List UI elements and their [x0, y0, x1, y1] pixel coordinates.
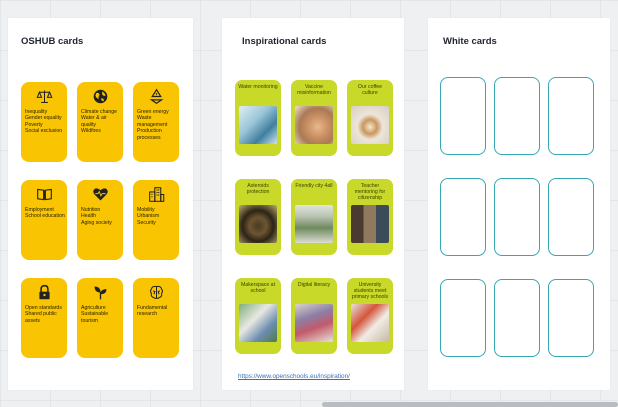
- inspirational-cards-title: Inspirational cards: [242, 36, 327, 47]
- heart-pulse-icon: [92, 188, 108, 201]
- blank-card[interactable]: [494, 77, 540, 155]
- blank-card[interactable]: [548, 178, 594, 256]
- classroom-photo: [351, 304, 389, 342]
- book-icon: [36, 188, 52, 201]
- inspirational-card[interactable]: Asteroids protection: [235, 179, 281, 255]
- inspirational-card[interactable]: Water monitoring: [235, 80, 281, 156]
- card-label: Digital literacy: [297, 282, 331, 288]
- card-item: Waste management: [137, 115, 168, 128]
- oshub-card-research[interactable]: Fundamental research: [133, 278, 179, 358]
- card-item: Gender equality: [25, 115, 62, 122]
- oshub-card-inequality[interactable]: Inequality Gender equality Poverty Socia…: [21, 82, 67, 162]
- blank-card[interactable]: [440, 279, 486, 357]
- padlock-icon: [38, 284, 50, 300]
- card-item: Fundamental research: [137, 305, 168, 318]
- inspirational-card[interactable]: Teacher mentoring for citizenship: [347, 179, 393, 255]
- card-label: Friendly city 4all: [295, 183, 333, 189]
- inspirational-cards-grid: Water monitoring Vaccine misinformation …: [235, 80, 393, 354]
- card-item: Social exclusion: [25, 128, 63, 135]
- oshub-card-open-standards[interactable]: Open standards Shared public assets: [21, 278, 67, 358]
- oshub-card-agriculture[interactable]: Agriculture Sustainable tourism: [77, 278, 123, 358]
- blank-card[interactable]: [494, 178, 540, 256]
- brain-icon: [149, 285, 163, 299]
- inspirational-cards-panel: Inspirational cards Water monitoring Vac…: [222, 18, 404, 390]
- card-item: Wildfires: [81, 128, 101, 135]
- vaccine-photo: [295, 106, 333, 144]
- oshub-card-employment[interactable]: Employment School education: [21, 180, 67, 260]
- oshub-card-climate[interactable]: Climate change Water & air quality Wildf…: [77, 82, 123, 162]
- blank-card[interactable]: [548, 279, 594, 357]
- inspirational-card[interactable]: Our coffee culture: [347, 80, 393, 156]
- inspirational-card[interactable]: Digital literacy: [291, 278, 337, 354]
- makerspace-photo: [239, 304, 277, 342]
- inspirational-card[interactable]: Vaccine misinformation: [291, 80, 337, 156]
- blank-card[interactable]: [548, 77, 594, 155]
- card-item: Security: [137, 219, 156, 226]
- oshub-cards-grid: Inequality Gender equality Poverty Socia…: [21, 82, 179, 358]
- inspiration-link[interactable]: https://www.openschools.eu/inspiration/: [238, 373, 350, 380]
- card-item: Sustainable tourism: [81, 311, 109, 324]
- card-label: Asteroids protection: [246, 183, 270, 196]
- card-label: Our coffee culture: [357, 84, 383, 97]
- blank-card[interactable]: [440, 77, 486, 155]
- card-label: Water monitoring: [238, 84, 278, 90]
- asteroid-photo: [239, 205, 277, 243]
- white-cards-title: White cards: [443, 36, 497, 47]
- water-photo: [239, 106, 277, 144]
- card-item: Production processes: [137, 128, 162, 141]
- card-item: Aging society: [81, 219, 112, 226]
- coffee-photo: [351, 106, 389, 144]
- card-item: School education: [25, 213, 65, 220]
- card-item: Water & air quality: [81, 115, 107, 128]
- inspirational-card[interactable]: Friendly city 4all: [291, 179, 337, 255]
- card-label: Teacher mentoring for citizenship: [354, 183, 386, 202]
- inspirational-card[interactable]: University students meet primary schools: [347, 278, 393, 354]
- inspirational-card[interactable]: Makerspace at school: [235, 278, 281, 354]
- white-cards-grid: [440, 77, 594, 357]
- globe-icon: [93, 89, 107, 104]
- city-photo: [295, 205, 333, 243]
- horizontal-scrollbar[interactable]: [322, 402, 618, 407]
- tablet-photo: [295, 304, 333, 342]
- oshub-card-energy[interactable]: Green energy Waste management Production…: [133, 82, 179, 162]
- card-label: Vaccine misinformation: [297, 84, 331, 97]
- card-label: Makerspace at school: [240, 282, 276, 295]
- blank-card[interactable]: [494, 279, 540, 357]
- oshub-card-mobility[interactable]: Mobility Urbanism Security: [133, 180, 179, 260]
- scales-icon: [36, 90, 52, 103]
- videocall-photo: [351, 205, 389, 243]
- oshub-card-health[interactable]: Nutrition Health Aging society: [77, 180, 123, 260]
- card-item: Shared public assets: [25, 311, 57, 324]
- white-cards-panel: White cards: [428, 18, 610, 390]
- recycle-icon: [148, 88, 164, 105]
- city-icon: [148, 187, 164, 202]
- card-label: University students meet primary schools: [351, 282, 389, 301]
- oshub-cards-panel: OSHUB cards Inequality Gender equality P…: [8, 18, 193, 390]
- plant-icon: [94, 286, 106, 300]
- blank-card[interactable]: [440, 178, 486, 256]
- oshub-cards-title: OSHUB cards: [21, 36, 84, 47]
